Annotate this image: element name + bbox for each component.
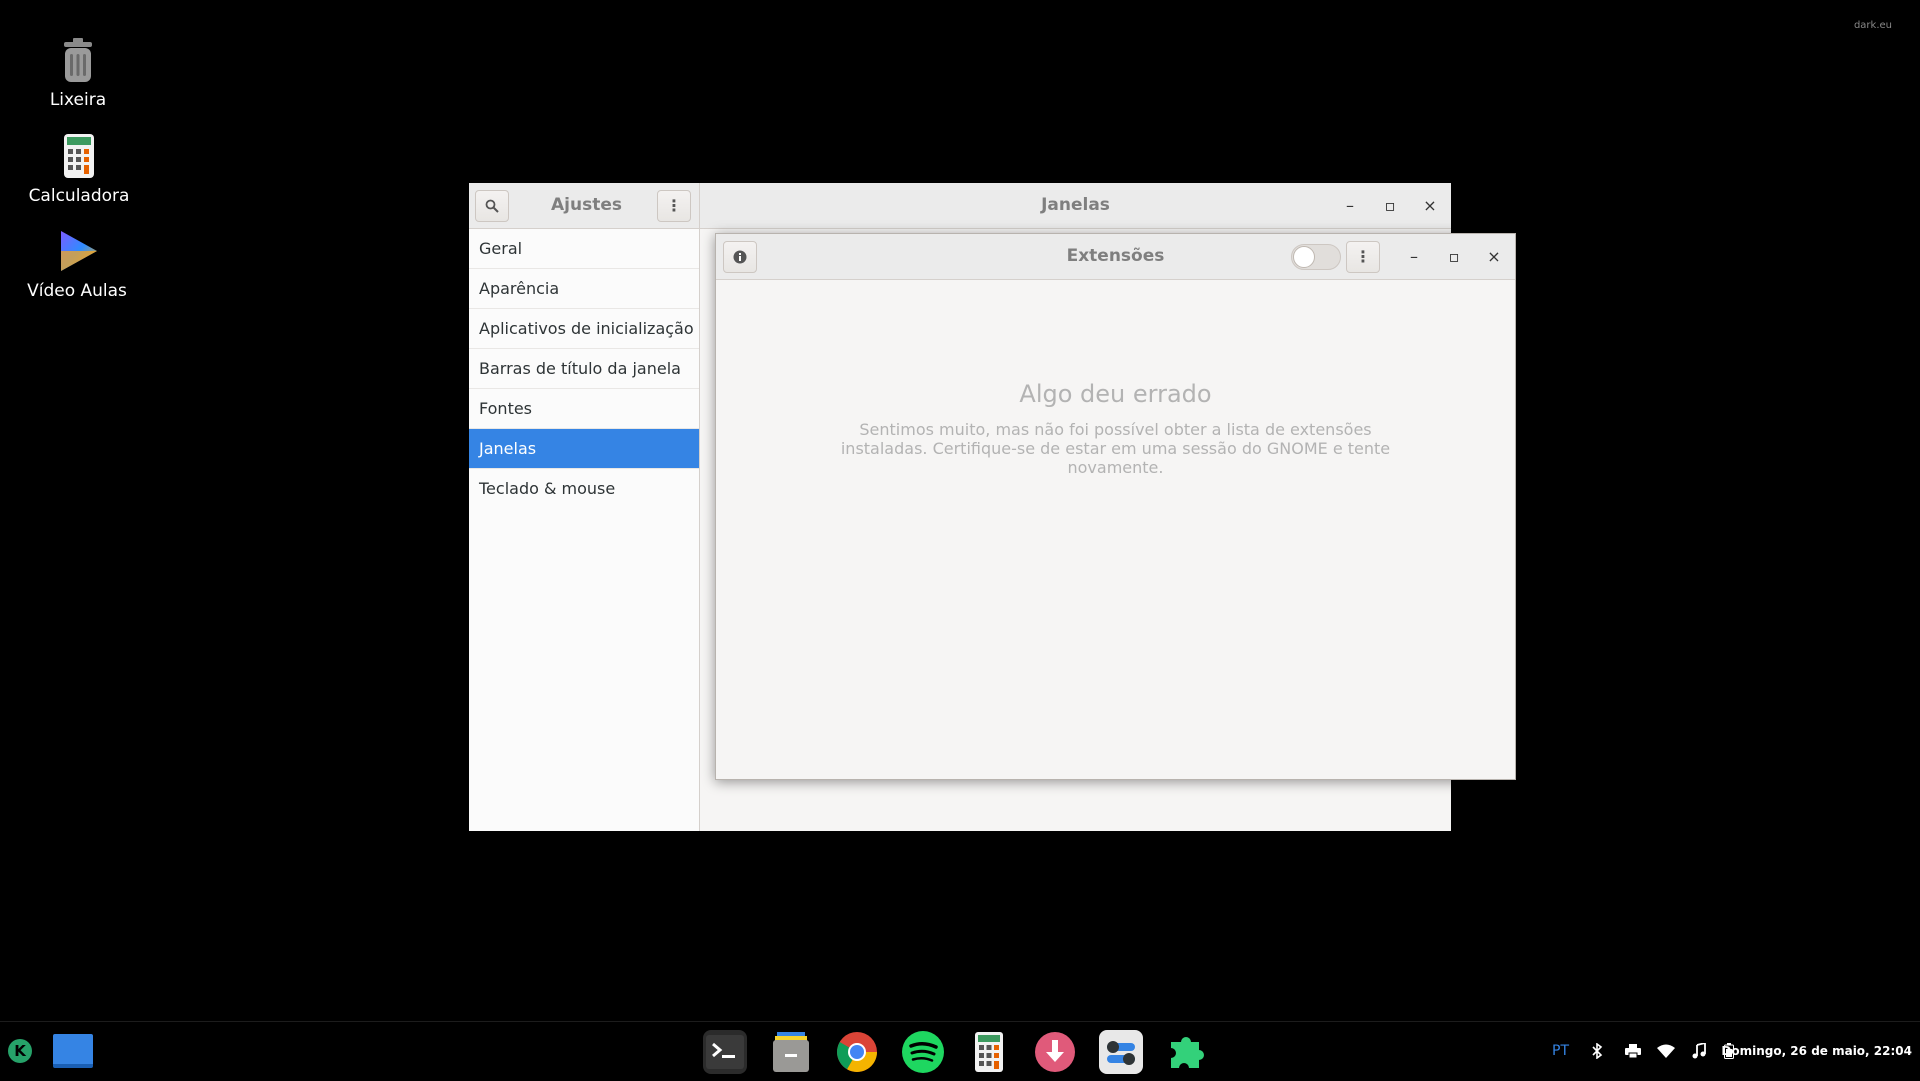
close-icon: × bbox=[1423, 196, 1437, 215]
minimize-icon: – bbox=[1410, 247, 1418, 266]
taskbar-app-calculator[interactable] bbox=[967, 1030, 1011, 1074]
bluetooth-icon[interactable] bbox=[1590, 1022, 1604, 1081]
taskbar-app-spotify[interactable] bbox=[901, 1030, 945, 1074]
maximize-icon: ▫ bbox=[1448, 247, 1460, 266]
desktop-icon-trash[interactable]: Lixeira bbox=[18, 36, 138, 110]
maximize-button[interactable]: ▫ bbox=[1443, 246, 1465, 268]
extensions-toggle[interactable] bbox=[1291, 244, 1341, 270]
search-icon bbox=[485, 199, 499, 213]
calculator-icon bbox=[55, 132, 103, 180]
kde-logo-icon: K bbox=[14, 1042, 27, 1060]
trash-icon bbox=[54, 36, 102, 84]
main-header: Janelas – ▫ × bbox=[700, 183, 1451, 229]
wifi-icon[interactable] bbox=[1657, 1022, 1675, 1081]
taskbar-app-terminal[interactable] bbox=[703, 1030, 747, 1074]
puzzle-icon bbox=[1171, 1037, 1204, 1068]
desktop-icon-video-lessons[interactable]: Vídeo Aulas bbox=[17, 227, 137, 301]
minimize-icon: – bbox=[1346, 196, 1354, 215]
show-desktop-button[interactable] bbox=[53, 1034, 93, 1068]
printer-icon[interactable] bbox=[1625, 1022, 1641, 1081]
sidebar-menu-button[interactable]: ⋮ bbox=[657, 190, 691, 222]
sidebar-item-aparencia[interactable]: Aparência bbox=[469, 269, 699, 309]
close-button[interactable]: × bbox=[1483, 246, 1505, 268]
calculator-icon bbox=[975, 1032, 1003, 1072]
close-icon: × bbox=[1487, 247, 1501, 266]
app-menu-button[interactable]: K bbox=[8, 1039, 32, 1063]
sidebar-item-aplicativos-inicializacao[interactable]: Aplicativos de inicialização bbox=[469, 309, 699, 349]
terminal-icon bbox=[706, 1035, 744, 1069]
sidebar-title: Ajustes bbox=[551, 195, 622, 215]
sidebar-header: Ajustes ⋮ bbox=[469, 183, 700, 229]
music-icon[interactable] bbox=[1692, 1022, 1706, 1081]
desktop-icon-label: Calculadora bbox=[28, 186, 130, 206]
svg-text:K: K bbox=[14, 1042, 27, 1060]
error-message: Sentimos muito, mas não foi possível obt… bbox=[840, 420, 1391, 477]
sidebar-item-barras-titulo[interactable]: Barras de título da janela bbox=[469, 349, 699, 389]
taskbar-app-downloader[interactable] bbox=[1033, 1030, 1077, 1074]
taskbar-app-files[interactable] bbox=[769, 1030, 813, 1074]
kebab-menu-icon: ⋮ bbox=[1355, 247, 1371, 266]
extensions-window: Extensões ⋮ – ▫ × Algo deu errado Sentim… bbox=[715, 233, 1516, 780]
error-title: Algo deu errado bbox=[1019, 380, 1212, 408]
download-icon bbox=[1035, 1032, 1075, 1072]
sidebar-item-janelas[interactable]: Janelas bbox=[469, 429, 699, 469]
minimize-button[interactable]: – bbox=[1339, 195, 1361, 217]
minimize-button[interactable]: – bbox=[1403, 246, 1425, 268]
desktop-icon-calculator[interactable]: Calculadora bbox=[19, 132, 139, 206]
video-play-icon bbox=[53, 227, 101, 275]
close-button[interactable]: × bbox=[1419, 195, 1441, 217]
taskbar-app-tweaks[interactable] bbox=[1099, 1030, 1143, 1074]
taskbar-app-chrome[interactable] bbox=[835, 1030, 879, 1074]
keyboard-layout-indicator[interactable]: PT bbox=[1552, 1022, 1569, 1081]
toggle-knob bbox=[1293, 246, 1315, 268]
sidebar-item-teclado-mouse[interactable]: Teclado & mouse bbox=[469, 469, 699, 509]
kebab-menu-icon: ⋮ bbox=[666, 196, 682, 215]
desktop-icon-label: Lixeira bbox=[49, 90, 107, 110]
sidebar-item-geral[interactable]: Geral bbox=[469, 229, 699, 269]
desktop-watermark: dark.eu bbox=[1853, 20, 1892, 31]
extensions-title: Extensões bbox=[1066, 246, 1165, 266]
maximize-button[interactable]: ▫ bbox=[1379, 195, 1401, 217]
sidebar-item-fontes[interactable]: Fontes bbox=[469, 389, 699, 429]
extensions-menu-button[interactable]: ⋮ bbox=[1346, 241, 1380, 273]
tweaks-icon bbox=[1107, 1041, 1135, 1065]
desktop-icon-label: Vídeo Aulas bbox=[27, 281, 127, 301]
files-icon bbox=[773, 1032, 809, 1072]
sidebar: Geral Aparência Aplicativos de inicializ… bbox=[469, 229, 700, 831]
clock[interactable]: Domingo, 26 de maio, 22:04 bbox=[1721, 1022, 1912, 1081]
maximize-icon: ▫ bbox=[1384, 196, 1396, 215]
taskbar-app-extensions[interactable] bbox=[1165, 1030, 1209, 1074]
spotify-icon bbox=[902, 1031, 944, 1073]
extensions-header: Extensões ⋮ – ▫ × bbox=[716, 234, 1515, 280]
taskbar: K PT Domingo, 26 de maio, 22:04 bbox=[0, 1021, 1920, 1080]
search-button[interactable] bbox=[475, 190, 509, 222]
chrome-icon bbox=[837, 1032, 877, 1072]
